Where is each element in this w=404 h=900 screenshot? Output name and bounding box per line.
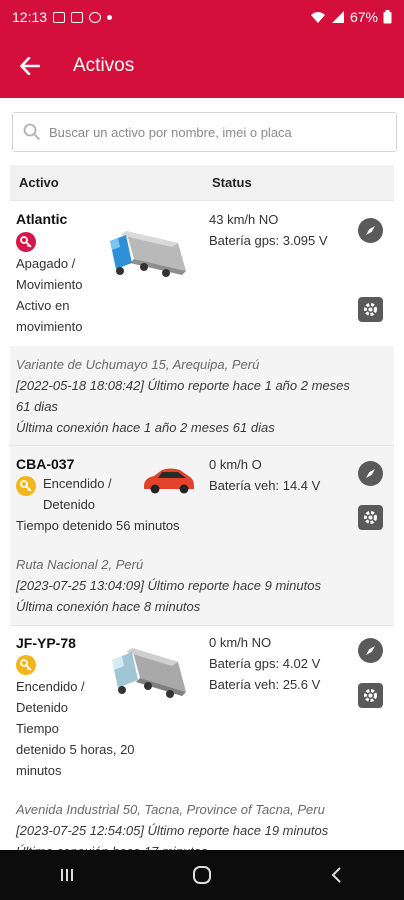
column-header-activo: Activo — [19, 175, 59, 190]
search-icon — [23, 123, 41, 141]
navigate-button[interactable] — [358, 218, 383, 243]
settings-button[interactable] — [358, 683, 383, 708]
settings-button[interactable] — [358, 505, 383, 530]
asset-row[interactable]: CBA-037 Encendido / Detenido Tiempo dete… — [10, 446, 394, 546]
battery-icon — [383, 10, 392, 24]
compass-icon — [366, 469, 375, 478]
last-connection: Última conexión hace 1 año 2 meses 61 di… — [16, 420, 275, 435]
search-input[interactable]: Buscar un activo por nombre, imei o plac… — [12, 112, 397, 152]
signal-icon — [331, 11, 344, 23]
search-placeholder: Buscar un activo por nombre, imei o plac… — [49, 124, 292, 140]
car-image — [144, 468, 194, 494]
assets-table: Activo Status Atlantic Apagado / Movimie… — [10, 165, 394, 871]
gear-icon — [364, 689, 377, 702]
recent-apps-icon[interactable] — [57, 865, 77, 885]
settings-button[interactable] — [358, 297, 383, 322]
asset-name: CBA-037 — [16, 456, 75, 472]
last-report: [2023-07-25 13:04:09] Último reporte hac… — [16, 578, 321, 593]
asset-stopped-time: Tiempo detenido 56 minutos — [16, 518, 180, 533]
home-icon[interactable] — [191, 864, 213, 886]
asset-name: JF-YP-78 — [16, 635, 76, 651]
gear-icon — [364, 303, 377, 316]
page-title: Activos — [73, 55, 135, 76]
last-report: [2023-07-25 12:54:05] Último reporte hac… — [16, 823, 329, 838]
back-nav-icon[interactable] — [327, 865, 347, 885]
asset-state: Apagado / Movimiento Activo en movimient… — [16, 256, 83, 334]
system-navigation-bar — [0, 850, 404, 900]
clock: 12:13 — [12, 9, 48, 25]
status-bar: 12:13 67% — [0, 0, 404, 34]
key-icon — [16, 232, 36, 252]
asset-row[interactable]: JF-YP-78 Encendido / Detenido Tiempo det… — [10, 626, 394, 791]
compass-icon — [366, 646, 375, 655]
arrow-back-icon — [20, 57, 40, 75]
wifi-icon — [310, 12, 325, 23]
more-notifications-icon — [107, 14, 113, 20]
asset-report: Ruta Nacional 2, Perú [2023-07-25 13:04:… — [10, 546, 394, 626]
compass-icon — [366, 226, 375, 235]
truck-image — [110, 231, 186, 277]
asset-status: 0 km/h NO Batería gps: 4.02 V Batería ve… — [209, 635, 321, 692]
asset-address: Ruta Nacional 2, Perú — [16, 557, 144, 572]
asset-status: 43 km/h NO Batería gps: 3.095 V — [209, 212, 328, 248]
gallery-notification-icon — [53, 11, 66, 23]
asset-row[interactable]: Atlantic Apagado / Movimiento Activo en … — [10, 201, 394, 346]
asset-state: Encendido / Detenido — [43, 476, 112, 512]
app-bar: Activos — [0, 34, 404, 98]
navigate-button[interactable] — [358, 461, 383, 486]
key-icon — [16, 476, 36, 496]
last-connection: Última conexión hace 8 minutos — [16, 599, 201, 614]
navigate-button[interactable] — [358, 638, 383, 663]
asset-address: Avenida Industrial 50, Tacna, Province o… — [16, 802, 325, 817]
asset-status: 0 km/h O Batería veh: 14.4 V — [209, 457, 321, 493]
column-header-status: Status — [212, 175, 252, 190]
table-header: Activo Status — [10, 165, 394, 201]
battery-percent: 67% — [349, 9, 378, 25]
asset-name: Atlantic — [16, 211, 68, 227]
app-notification-icon — [89, 11, 102, 23]
gear-icon — [364, 511, 377, 524]
truck-image — [112, 648, 186, 698]
mail-notification-icon — [71, 11, 84, 23]
asset-address: Variante de Uchumayo 15, Arequipa, Perú — [16, 357, 260, 372]
back-button[interactable] — [0, 34, 60, 98]
last-report: [2022-05-18 18:08:42] Último reporte hac… — [16, 378, 350, 414]
asset-report: Variante de Uchumayo 15, Arequipa, Perú … — [10, 346, 394, 446]
key-icon — [16, 655, 36, 675]
